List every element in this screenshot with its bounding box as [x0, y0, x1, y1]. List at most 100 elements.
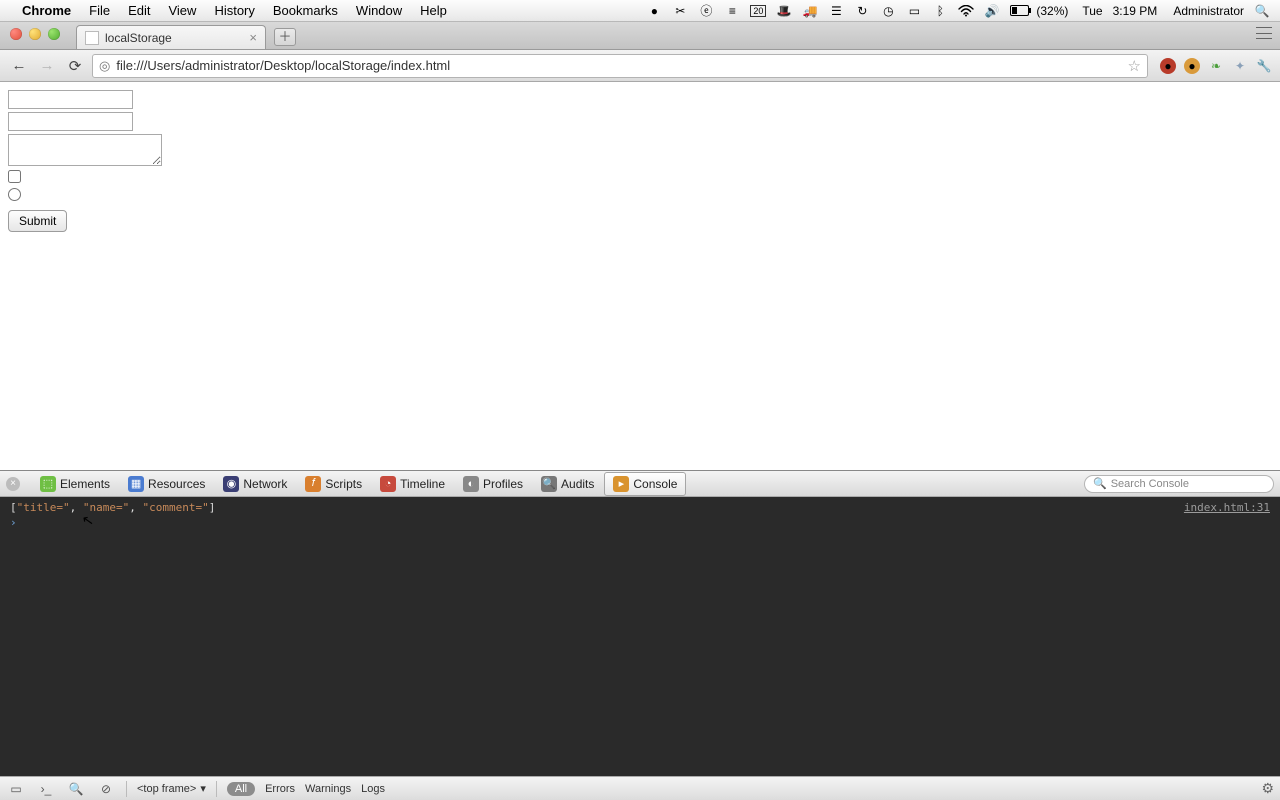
comment-textarea[interactable] — [8, 134, 162, 166]
filter-warnings[interactable]: Warnings — [305, 783, 351, 795]
clock-time[interactable]: 3:19 PM — [1113, 4, 1158, 18]
status-icon-hat[interactable]: 🎩 — [776, 4, 792, 18]
reload-button[interactable]: ⟳ — [64, 55, 86, 77]
extension-icon-1[interactable]: ● — [1160, 58, 1176, 74]
devtools-panel: × ⬚ Elements ▦ Resources ◉ Network 𝑓 Scr… — [0, 470, 1280, 800]
show-console-icon[interactable]: ›_ — [36, 781, 56, 797]
timeline-icon: ◔ — [380, 476, 396, 492]
menu-help[interactable]: Help — [420, 3, 447, 18]
devtools-tab-label: Resources — [148, 477, 205, 491]
search-placeholder: Search Console — [1111, 478, 1189, 490]
extension-icon-4[interactable]: ✦ — [1232, 58, 1248, 74]
extension-icons: ● ● ❧ ✦ 🔧 — [1160, 58, 1272, 74]
extension-icon-3[interactable]: ❧ — [1208, 58, 1224, 74]
window-close-button[interactable] — [10, 28, 22, 40]
new-tab-button[interactable]: ＋ — [274, 28, 296, 46]
devtools-tab-audits[interactable]: 🔍 Audits — [533, 473, 602, 495]
devtools-tab-label: Elements — [60, 477, 110, 491]
devtools-tab-label: Audits — [561, 477, 594, 491]
page-content: Submit — [0, 82, 1280, 458]
status-icon-calendar[interactable]: 20 — [750, 5, 766, 17]
frame-selector[interactable]: <top frame> ▾ — [137, 782, 206, 795]
menu-file[interactable]: File — [89, 3, 110, 18]
url-text: file:///Users/administrator/Desktop/loca… — [116, 58, 1121, 73]
volume-icon[interactable]: 🔊 — [984, 4, 1000, 18]
site-info-icon[interactable]: ◎ — [99, 58, 110, 74]
fullscreen-toggle-icon[interactable] — [1256, 27, 1272, 39]
clear-console-icon[interactable]: ⊘ — [96, 781, 116, 797]
wrench-menu-icon[interactable]: 🔧 — [1256, 58, 1272, 74]
name-input[interactable] — [8, 112, 133, 131]
console-icon: ▸ — [613, 476, 629, 492]
devtools-tab-label: Console — [633, 477, 677, 491]
battery-percentage[interactable]: (32%) — [1036, 4, 1068, 18]
extension-icon-2[interactable]: ● — [1184, 58, 1200, 74]
footer-search-icon[interactable]: 🔍 — [66, 781, 86, 797]
window-zoom-button[interactable] — [48, 28, 60, 40]
form-radio[interactable] — [8, 188, 21, 201]
bluetooth-icon[interactable]: ᛒ — [932, 4, 948, 18]
devtools-tab-scripts[interactable]: 𝑓 Scripts — [297, 473, 370, 495]
console-output[interactable]: ["title=", "name=", "comment="] index.ht… — [0, 497, 1280, 776]
filter-all[interactable]: All — [227, 782, 255, 796]
bookmark-star-icon[interactable]: ☆ — [1128, 57, 1141, 75]
forward-button[interactable]: → — [36, 55, 58, 77]
window-minimize-button[interactable] — [29, 28, 41, 40]
search-icon: 🔍 — [1093, 477, 1107, 490]
status-icon-display[interactable]: ▭ — [906, 4, 922, 18]
chevron-updown-icon: ▾ — [200, 782, 206, 795]
clock-day[interactable]: Tue — [1082, 4, 1102, 18]
title-input[interactable] — [8, 90, 133, 109]
devtools-footer: ▭ ›_ 🔍 ⊘ <top frame> ▾ All Errors Warnin… — [0, 776, 1280, 800]
filter-logs[interactable]: Logs — [361, 783, 385, 795]
devtools-settings-icon[interactable]: ⚙ — [1261, 780, 1274, 797]
menubar-left: Chrome File Edit View History Bookmarks … — [22, 3, 447, 18]
status-icon-menu[interactable]: ≡ — [724, 4, 740, 18]
devtools-tab-profiles[interactable]: ◐ Profiles — [455, 473, 531, 495]
console-log-source[interactable]: index.html:31 — [1184, 501, 1270, 514]
profiles-icon: ◐ — [463, 476, 479, 492]
tab-close-icon[interactable]: × — [249, 30, 257, 45]
macos-menubar: Chrome File Edit View History Bookmarks … — [0, 0, 1280, 22]
form-checkbox[interactable] — [8, 170, 21, 183]
resources-icon: ▦ — [128, 476, 144, 492]
filter-errors[interactable]: Errors — [265, 783, 295, 795]
scripts-icon: 𝑓 — [305, 476, 321, 492]
back-button[interactable]: ← — [8, 55, 30, 77]
menubar-user[interactable]: Administrator — [1173, 4, 1244, 18]
tab-title: localStorage — [105, 31, 172, 45]
devtools-close-icon[interactable]: × — [6, 477, 20, 491]
wifi-icon[interactable] — [958, 5, 974, 17]
status-icon-list[interactable]: ☰ — [828, 4, 844, 18]
chrome-tabstrip: localStorage × ＋ — [0, 22, 1280, 50]
battery-icon[interactable] — [1010, 5, 1026, 16]
devtools-tab-console[interactable]: ▸ Console — [604, 472, 686, 496]
status-icon-clock[interactable]: ◷ — [880, 4, 896, 18]
submit-button[interactable]: Submit — [8, 210, 67, 232]
menu-bookmarks[interactable]: Bookmarks — [273, 3, 338, 18]
devtools-tab-timeline[interactable]: ◔ Timeline — [372, 473, 453, 495]
devtools-tab-resources[interactable]: ▦ Resources — [120, 473, 213, 495]
devtools-tab-network[interactable]: ◉ Network — [215, 473, 295, 495]
status-icon-sync[interactable]: ↻ — [854, 4, 870, 18]
frame-selector-label: <top frame> — [137, 783, 196, 795]
address-bar[interactable]: ◎ file:///Users/administrator/Desktop/lo… — [92, 54, 1148, 78]
menu-edit[interactable]: Edit — [128, 3, 150, 18]
chrome-window: localStorage × ＋ ← → ⟳ ◎ file:///Users/a… — [0, 22, 1280, 458]
menubar-app-name[interactable]: Chrome — [22, 3, 71, 18]
dock-toggle-icon[interactable]: ▭ — [6, 781, 26, 797]
status-icon-textexpander[interactable]: ⓔ — [698, 2, 714, 19]
status-icon-scissors[interactable]: ✂ — [672, 4, 688, 18]
menu-view[interactable]: View — [168, 3, 196, 18]
spotlight-icon[interactable]: 🔍 — [1254, 4, 1270, 18]
tab-favicon-icon — [85, 31, 99, 45]
status-icon-truck[interactable]: 🚚 — [802, 4, 818, 18]
console-prompt-icon[interactable]: › — [10, 516, 1270, 529]
menu-history[interactable]: History — [214, 3, 254, 18]
devtools-search-input[interactable]: 🔍 Search Console — [1084, 475, 1274, 493]
devtools-tab-elements[interactable]: ⬚ Elements — [32, 473, 118, 495]
menu-window[interactable]: Window — [356, 3, 402, 18]
browser-tab[interactable]: localStorage × — [76, 25, 266, 49]
status-icon-1[interactable]: ● — [646, 4, 662, 18]
devtools-tab-label: Profiles — [483, 477, 523, 491]
